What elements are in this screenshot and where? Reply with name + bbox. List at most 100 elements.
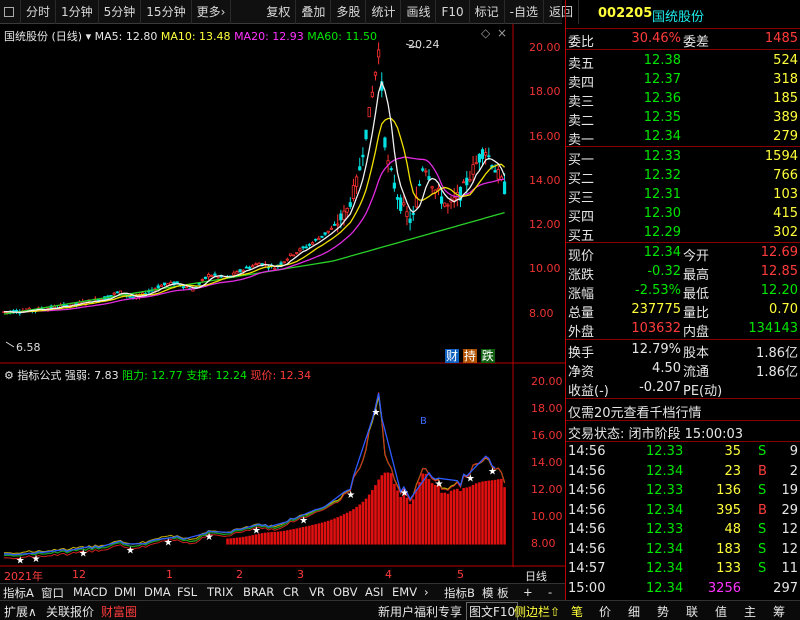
tick-volume: 133 bbox=[716, 561, 741, 576]
tab-template[interactable]: 模 板 bbox=[482, 585, 509, 601]
toolbar-item-mark[interactable]: 标记 bbox=[470, 0, 505, 24]
tick-volume: 48 bbox=[724, 522, 741, 537]
tick-side: B bbox=[758, 463, 767, 479]
ind-yaxis-label: 14.00 bbox=[531, 456, 563, 469]
time-label: 1 bbox=[166, 568, 173, 581]
ind-yaxis-label: 10.00 bbox=[531, 510, 563, 523]
toolbar-item-1min[interactable]: 1分钟 bbox=[56, 0, 99, 24]
depth-promo[interactable]: 仅需20元查看千档行情 bbox=[568, 402, 702, 421]
toolbar-item-multi[interactable]: 多股 bbox=[331, 0, 367, 24]
nav-link[interactable]: 联 bbox=[686, 603, 698, 620]
tick-count: 19 bbox=[781, 483, 798, 498]
tick-price: 12.34 bbox=[646, 580, 684, 596]
ind-yaxis-label: 16.00 bbox=[531, 429, 563, 442]
ind-yaxis-label: 12.00 bbox=[531, 483, 563, 496]
star-marker: ★ bbox=[164, 537, 173, 548]
badge-group: 财 持 跌 bbox=[445, 347, 495, 364]
menu-icon[interactable] bbox=[0, 0, 21, 24]
badge-drop[interactable]: 跌 bbox=[480, 349, 495, 363]
tab-indicator-a[interactable]: 指标A bbox=[3, 585, 34, 601]
wealth-circle-button[interactable]: 财富圈 bbox=[101, 603, 137, 620]
toolbar-item-stats[interactable]: 统计 bbox=[366, 0, 402, 24]
bid-row: 买四 12.30 415 bbox=[566, 204, 800, 225]
time-label: 2021年 bbox=[4, 570, 43, 583]
bid-price: 12.31 bbox=[643, 187, 681, 202]
toolbar-item-draw[interactable]: 画线 bbox=[401, 0, 437, 24]
bid-price: 12.29 bbox=[643, 225, 681, 240]
tab-window[interactable]: 窗口 bbox=[41, 585, 64, 601]
tick-side: S bbox=[758, 541, 767, 557]
tick-time: 14:56 bbox=[568, 463, 606, 479]
ask-row: 卖三 12.36 185 bbox=[566, 89, 800, 110]
promo-row[interactable]: 仅需20元查看千档行情 bbox=[566, 400, 800, 421]
tab-asi[interactable]: ASI bbox=[365, 585, 384, 599]
tick-side: S bbox=[758, 561, 767, 576]
nav-chips[interactable]: 筹 bbox=[773, 603, 785, 620]
toolbar-item-watchlist[interactable]: -自选 bbox=[505, 0, 544, 24]
star-marker: ★ bbox=[299, 515, 308, 526]
tab-macd[interactable]: MACD bbox=[73, 585, 107, 599]
badge-finance[interactable]: 财 bbox=[445, 349, 460, 363]
weibi-label: 委比 bbox=[568, 35, 595, 50]
period-label[interactable]: 日线 bbox=[525, 568, 547, 584]
kline-chart[interactable]: 20.24 6.58 bbox=[0, 24, 565, 364]
stat-row: 外盘 103632 内盘 134143 bbox=[566, 319, 800, 340]
newuser-promo-link[interactable]: 新用户福利专享 bbox=[378, 603, 462, 620]
stock-name: 国统股份 bbox=[652, 10, 705, 25]
star-marker: ★ bbox=[371, 408, 380, 419]
toolbar-item-intraday[interactable]: 分时 bbox=[21, 0, 57, 24]
stock-terminal: 分时 1分钟 5分钟 15分钟 更多› 复权 叠加 多股 统计 画线 F10 标… bbox=[0, 0, 800, 620]
toolbar-item-adjust[interactable]: 复权 bbox=[261, 0, 297, 24]
tick-count: 2 bbox=[789, 463, 798, 479]
nav-value[interactable]: 值 bbox=[715, 603, 727, 620]
bid-row: 买二 12.32 766 bbox=[566, 166, 800, 187]
status-row: 交易状态: 闭市阶段 15:00:03 bbox=[566, 421, 800, 442]
tab-dmi[interactable]: DMI bbox=[114, 585, 136, 599]
stock-header: 002205 国统股份 bbox=[566, 4, 800, 26]
tick-row: 14:56 12.34 395 B 29 bbox=[566, 501, 800, 521]
related-quote-button[interactable]: 关联报价 bbox=[46, 603, 94, 620]
tab-emv[interactable]: EMV bbox=[392, 585, 417, 599]
tab-cr[interactable]: CR bbox=[283, 585, 299, 599]
nav-main[interactable]: 主 bbox=[744, 603, 756, 620]
tab-obv[interactable]: OBV bbox=[333, 585, 357, 599]
star-marker: ★ bbox=[126, 545, 135, 556]
tab-dma[interactable]: DMA bbox=[144, 585, 171, 599]
zoom-in-button[interactable]: + bbox=[523, 585, 533, 599]
tick-price: 12.34 bbox=[646, 541, 684, 557]
bid-price: 12.30 bbox=[643, 206, 681, 221]
sidebar-toggle[interactable]: 侧边栏⇧ bbox=[514, 603, 560, 620]
tick-count: 9 bbox=[789, 444, 798, 459]
toolbar-item-f10[interactable]: F10 bbox=[436, 0, 470, 24]
f10-button[interactable]: 图文F10 bbox=[466, 602, 519, 620]
ask-price: 12.38 bbox=[643, 53, 681, 68]
tick-time: 15:00 bbox=[568, 580, 606, 596]
tab-vr[interactable]: VR bbox=[309, 585, 325, 599]
tab-brar[interactable]: BRAR bbox=[243, 585, 274, 599]
tab-indicator-b[interactable]: 指标B bbox=[444, 585, 475, 601]
stat-row: 净资 4.50 流通 1.86亿 bbox=[566, 359, 800, 380]
nav-trend[interactable]: 势 bbox=[657, 603, 669, 620]
toolbar-item-overlay[interactable]: 叠加 bbox=[296, 0, 332, 24]
tick-time: 14:57 bbox=[568, 561, 606, 576]
nav-price[interactable]: 价 bbox=[599, 603, 611, 620]
nav-detail[interactable]: 细 bbox=[628, 603, 640, 620]
ask-volume: 389 bbox=[773, 110, 798, 125]
toolbar-item-15min[interactable]: 15分钟 bbox=[141, 0, 192, 24]
tab-more-arrow[interactable]: › bbox=[424, 585, 429, 599]
tick-side: S bbox=[758, 444, 767, 459]
star-marker: ★ bbox=[79, 548, 88, 559]
toolbar-item-more[interactable]: 更多› bbox=[192, 0, 232, 24]
tick-side: B bbox=[758, 502, 767, 518]
tab-trix[interactable]: TRIX bbox=[207, 585, 233, 599]
nav-tick[interactable]: 笔 bbox=[571, 603, 583, 620]
top-toolbar: 分时 1分钟 5分钟 15分钟 更多› 复权 叠加 多股 统计 画线 F10 标… bbox=[0, 0, 580, 24]
badge-hold[interactable]: 持 bbox=[462, 349, 477, 363]
expand-button[interactable]: 扩展∧ bbox=[4, 603, 37, 620]
indicator-chart[interactable]: ★ ★ ★ ★ ★ ★ ★ ★ ★ ★ ★ ★ ★ ★ B bbox=[0, 364, 565, 567]
toolbar-item-5min[interactable]: 5分钟 bbox=[99, 0, 142, 24]
star-marker: ★ bbox=[434, 479, 443, 490]
stat-label: 外盘 bbox=[568, 325, 595, 340]
zoom-out-button[interactable]: - bbox=[548, 585, 552, 599]
tab-fsl[interactable]: FSL bbox=[177, 585, 197, 599]
